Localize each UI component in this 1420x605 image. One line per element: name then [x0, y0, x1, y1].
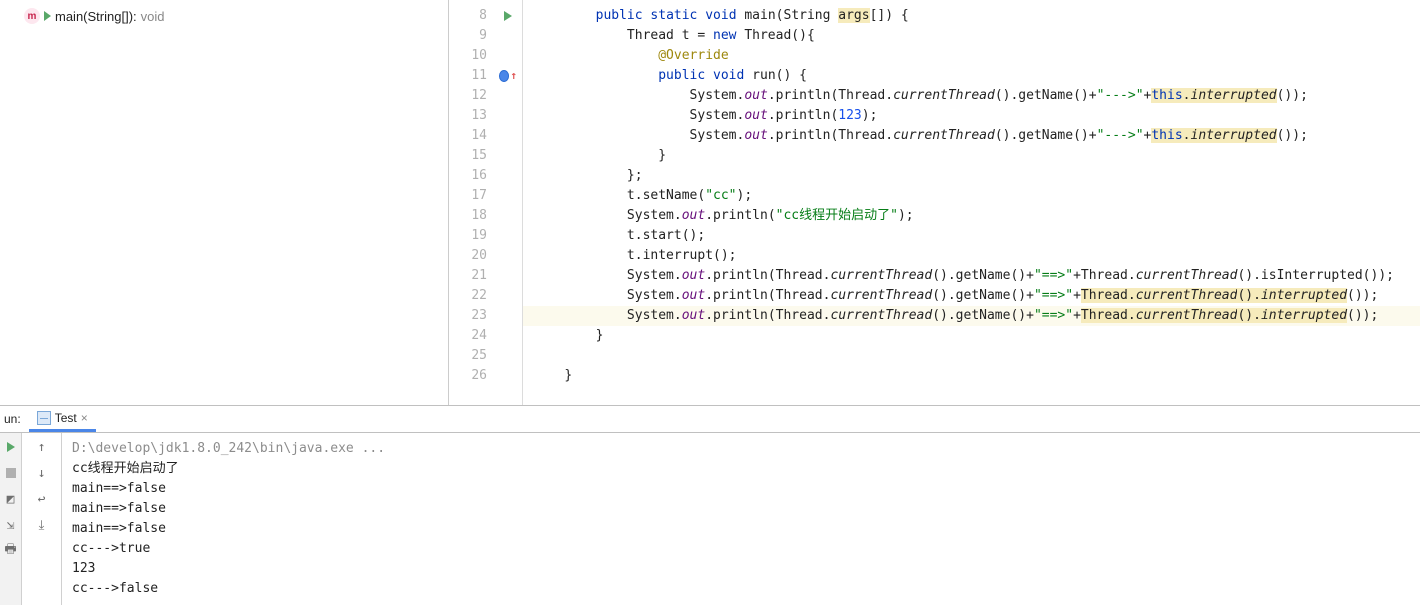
- scroll-to-end-button[interactable]: ⤓: [34, 517, 50, 533]
- gutter-slot[interactable]: [499, 26, 517, 46]
- run-tab-name: Test: [55, 411, 77, 425]
- structure-return-type: void: [141, 9, 165, 24]
- layout-icon[interactable]: ⇲: [3, 517, 19, 533]
- console-line[interactable]: cc--->false: [72, 579, 1410, 599]
- gutter-slot[interactable]: [499, 306, 517, 326]
- console-line[interactable]: cc线程开始启动了: [72, 459, 1410, 479]
- line-number[interactable]: 11: [449, 66, 499, 86]
- gutter-slot[interactable]: [499, 366, 517, 386]
- gutter-slot[interactable]: [499, 326, 517, 346]
- structure-method-name: main(String[]):: [55, 9, 137, 24]
- stop-button[interactable]: [3, 465, 19, 481]
- line-number[interactable]: 22: [449, 286, 499, 306]
- gutter-slot[interactable]: [499, 286, 517, 306]
- line-number[interactable]: 12: [449, 86, 499, 106]
- code-line[interactable]: [523, 346, 1420, 366]
- line-number[interactable]: 18: [449, 206, 499, 226]
- gutter-markers[interactable]: ↑: [499, 0, 517, 405]
- play-icon: [7, 442, 15, 452]
- gutter-slot[interactable]: [499, 166, 517, 186]
- gutter-slot[interactable]: [499, 186, 517, 206]
- line-number[interactable]: 10: [449, 46, 499, 66]
- gutter-slot[interactable]: [499, 126, 517, 146]
- override-gutter-icon[interactable]: ↑: [499, 66, 517, 86]
- structure-method-main[interactable]: m main(String[]): void: [0, 6, 448, 26]
- camera-icon[interactable]: ◩: [3, 491, 19, 507]
- code-line[interactable]: System.out.println(123);: [523, 106, 1420, 126]
- line-number[interactable]: 14: [449, 126, 499, 146]
- gutter-slot[interactable]: [499, 226, 517, 246]
- gutter-slot[interactable]: [499, 266, 517, 286]
- gutter-slot[interactable]: [499, 146, 517, 166]
- line-number[interactable]: 20: [449, 246, 499, 266]
- gutter-slot[interactable]: [499, 46, 517, 66]
- code-line[interactable]: Thread t = new Thread(){: [523, 26, 1420, 46]
- structure-panel: m main(String[]): void: [0, 0, 449, 405]
- gutter-slot[interactable]: [499, 246, 517, 266]
- gutter-slot[interactable]: [499, 346, 517, 366]
- code-line[interactable]: System.out.println(Thread.currentThread(…: [523, 286, 1420, 306]
- code-area[interactable]: public static void main(String args[]) {…: [523, 0, 1420, 405]
- up-button[interactable]: ↑: [34, 439, 50, 455]
- code-line[interactable]: System.out.println("cc线程开始启动了");: [523, 206, 1420, 226]
- line-number[interactable]: 13: [449, 106, 499, 126]
- line-number[interactable]: 21: [449, 266, 499, 286]
- console-line[interactable]: main==>false: [72, 499, 1410, 519]
- line-number[interactable]: 15: [449, 146, 499, 166]
- run-label: un:: [0, 412, 29, 426]
- code-line[interactable]: t.interrupt();: [523, 246, 1420, 266]
- code-line[interactable]: }: [523, 366, 1420, 386]
- line-number-gutter[interactable]: 891011121314151617181920212223242526: [449, 0, 499, 405]
- console-toolbar: ↑ ↓ ↩ ⤓: [22, 433, 62, 605]
- console-line[interactable]: 123: [72, 559, 1410, 579]
- gutter-slot[interactable]: [499, 86, 517, 106]
- code-line[interactable]: @Override: [523, 46, 1420, 66]
- method-icon: m: [24, 8, 40, 24]
- code-line[interactable]: t.setName("cc");: [523, 186, 1420, 206]
- down-button[interactable]: ↓: [34, 465, 50, 481]
- code-line[interactable]: t.start();: [523, 226, 1420, 246]
- run-tool-window: un: Test × ◩ ⇲ 🖶 ↑ ↓ ↩ ⤓ D:\develop\jdk1…: [0, 405, 1420, 605]
- line-number[interactable]: 24: [449, 326, 499, 346]
- console-line[interactable]: cc--->true: [72, 539, 1410, 559]
- code-line[interactable]: public static void main(String args[]) {: [523, 6, 1420, 26]
- run-toolbar-left: ◩ ⇲ 🖶: [0, 433, 22, 605]
- code-line[interactable]: };: [523, 166, 1420, 186]
- code-line[interactable]: }: [523, 146, 1420, 166]
- console-line[interactable]: main==>false: [72, 519, 1410, 539]
- console-output[interactable]: D:\develop\jdk1.8.0_242\bin\java.exe ...…: [62, 433, 1420, 605]
- line-number[interactable]: 9: [449, 26, 499, 46]
- code-line[interactable]: System.out.println(Thread.currentThread(…: [523, 266, 1420, 286]
- run-config-tab[interactable]: Test ×: [29, 406, 96, 432]
- code-line[interactable]: System.out.println(Thread.currentThread(…: [523, 126, 1420, 146]
- soft-wrap-button[interactable]: ↩: [34, 491, 50, 507]
- application-icon: [37, 411, 51, 425]
- line-number[interactable]: 16: [449, 166, 499, 186]
- stop-icon: [6, 468, 16, 478]
- line-number[interactable]: 17: [449, 186, 499, 206]
- run-tabs-bar: un: Test ×: [0, 406, 1420, 433]
- code-editor[interactable]: 891011121314151617181920212223242526 ↑ p…: [449, 0, 1420, 405]
- line-number[interactable]: 8: [449, 6, 499, 26]
- code-line[interactable]: System.out.println(Thread.currentThread(…: [523, 306, 1420, 326]
- line-number[interactable]: 26: [449, 366, 499, 386]
- console-line[interactable]: main==>false: [72, 479, 1410, 499]
- close-icon[interactable]: ×: [81, 411, 88, 425]
- gutter-slot[interactable]: [499, 206, 517, 226]
- code-line[interactable]: }: [523, 326, 1420, 346]
- rerun-button[interactable]: [3, 439, 19, 455]
- line-number[interactable]: 25: [449, 346, 499, 366]
- code-line[interactable]: System.out.println(Thread.currentThread(…: [523, 86, 1420, 106]
- code-line[interactable]: public void run() {: [523, 66, 1420, 86]
- print-icon[interactable]: 🖶: [3, 543, 19, 559]
- console-line[interactable]: D:\develop\jdk1.8.0_242\bin\java.exe ...: [72, 439, 1410, 459]
- run-gutter-icon[interactable]: [499, 6, 517, 26]
- line-number[interactable]: 23: [449, 306, 499, 326]
- run-badge-icon: [44, 11, 51, 21]
- gutter-slot[interactable]: [499, 106, 517, 126]
- line-number[interactable]: 19: [449, 226, 499, 246]
